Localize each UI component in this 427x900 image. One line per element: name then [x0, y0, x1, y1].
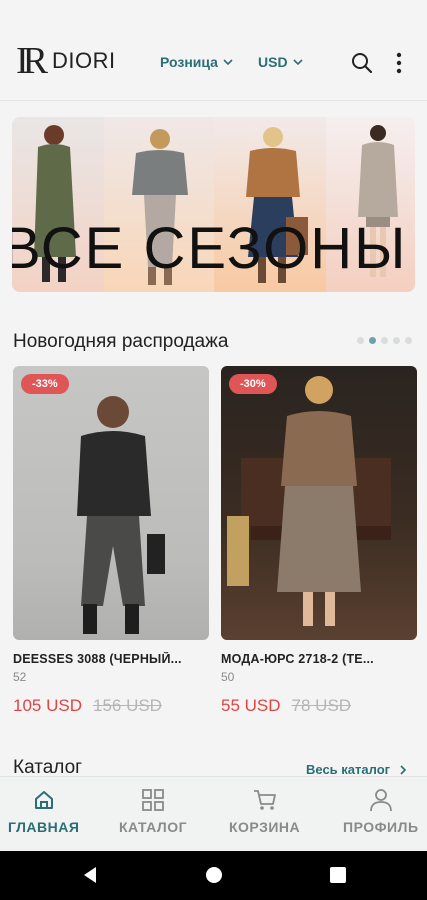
product-name: МОДА-ЮРС 2718-2 (ТЕ...: [221, 652, 374, 666]
product-photo-image: [77, 396, 165, 634]
pagination-dot[interactable]: [357, 337, 364, 344]
system-navigation-bar: [0, 851, 427, 900]
discount-badge: -33%: [21, 374, 69, 394]
more-vertical-icon: [396, 52, 402, 74]
pagination-dot[interactable]: [393, 337, 400, 344]
user-icon: [369, 789, 392, 812]
product-card[interactable]: -30% МОДА-ЮРС 2718-2 (ТЕ... 50 55 USD 78…: [221, 366, 417, 716]
nav-catalog[interactable]: КАТАЛОГ: [119, 787, 187, 835]
pagination-dot-active[interactable]: [369, 337, 376, 344]
grid-icon: [142, 789, 164, 811]
all-catalog-label: Весь каталог: [306, 762, 391, 777]
product-prices: 55 USD 78 USD: [221, 696, 417, 716]
chevron-down-icon: [223, 59, 233, 66]
cart-icon: [253, 790, 276, 810]
price-type-label: Розница: [160, 54, 218, 70]
all-catalog-link[interactable]: Весь каталог: [306, 762, 410, 777]
product-image[interactable]: -30%: [221, 366, 417, 640]
nav-home[interactable]: ГЛАВНАЯ: [8, 787, 79, 835]
product-name: DEESSES 3088 (ЧЕРНЫЙ...: [13, 652, 182, 666]
price-type-dropdown[interactable]: Розница: [160, 54, 234, 70]
carousel-pagination[interactable]: [357, 337, 412, 344]
nav-home-label: ГЛАВНАЯ: [8, 819, 80, 835]
promo-banner[interactable]: ВСЕ СЕЗОНЫ: [12, 117, 415, 292]
search-icon: [352, 53, 373, 74]
product-price: 105 USD: [13, 696, 82, 715]
product-prices: 105 USD 156 USD: [13, 696, 209, 716]
product-old-price: 156 USD: [92, 696, 162, 715]
logo-text: DIORI: [52, 48, 116, 73]
back-icon[interactable]: [80, 865, 100, 885]
brand-logo[interactable]: IR DIORI: [16, 42, 116, 80]
chevron-right-icon: [400, 764, 407, 775]
product-image[interactable]: -33%: [13, 366, 209, 640]
pagination-dot[interactable]: [405, 337, 412, 344]
recents-icon[interactable]: [328, 865, 348, 885]
nav-profile[interactable]: ПРОФИЛЬ: [343, 787, 419, 835]
product-price: 55 USD: [221, 696, 281, 715]
header-divider: [0, 100, 427, 101]
home-circle-icon[interactable]: [204, 865, 224, 885]
nav-cart-label: КОРЗИНА: [229, 819, 301, 835]
logo-mark: IR: [16, 40, 48, 82]
product-photo-image: [227, 376, 391, 626]
chevron-down-icon: [292, 59, 303, 66]
product-old-price: 78 USD: [291, 696, 352, 715]
more-menu-button[interactable]: [386, 50, 412, 76]
search-button[interactable]: [349, 50, 375, 76]
discount-badge: -30%: [229, 374, 277, 394]
bottom-navigation: ГЛАВНАЯ КАТАЛОГ КОРЗИНА ПРОФИЛЬ: [0, 776, 427, 851]
product-card[interactable]: -33% DEESSES 3088 (ЧЕРНЫЙ... 52 105 USD …: [13, 366, 209, 716]
status-bar: [0, 0, 427, 26]
product-size: 50: [221, 670, 235, 684]
banner-caption: ВСЕ СЕЗОНЫ: [12, 216, 408, 281]
app-header: IR DIORI Розница USD: [0, 26, 427, 100]
home-icon: [34, 791, 53, 809]
currency-dropdown[interactable]: USD: [258, 54, 304, 70]
pagination-dot[interactable]: [381, 337, 388, 344]
currency-label: USD: [258, 54, 288, 70]
nav-catalog-label: КАТАЛОГ: [119, 819, 188, 835]
sale-section-title: Новогодняя распродажа: [13, 331, 229, 352]
nav-profile-label: ПРОФИЛЬ: [343, 819, 419, 835]
product-size: 52: [13, 670, 27, 684]
nav-cart[interactable]: КОРЗИНА: [229, 787, 300, 835]
